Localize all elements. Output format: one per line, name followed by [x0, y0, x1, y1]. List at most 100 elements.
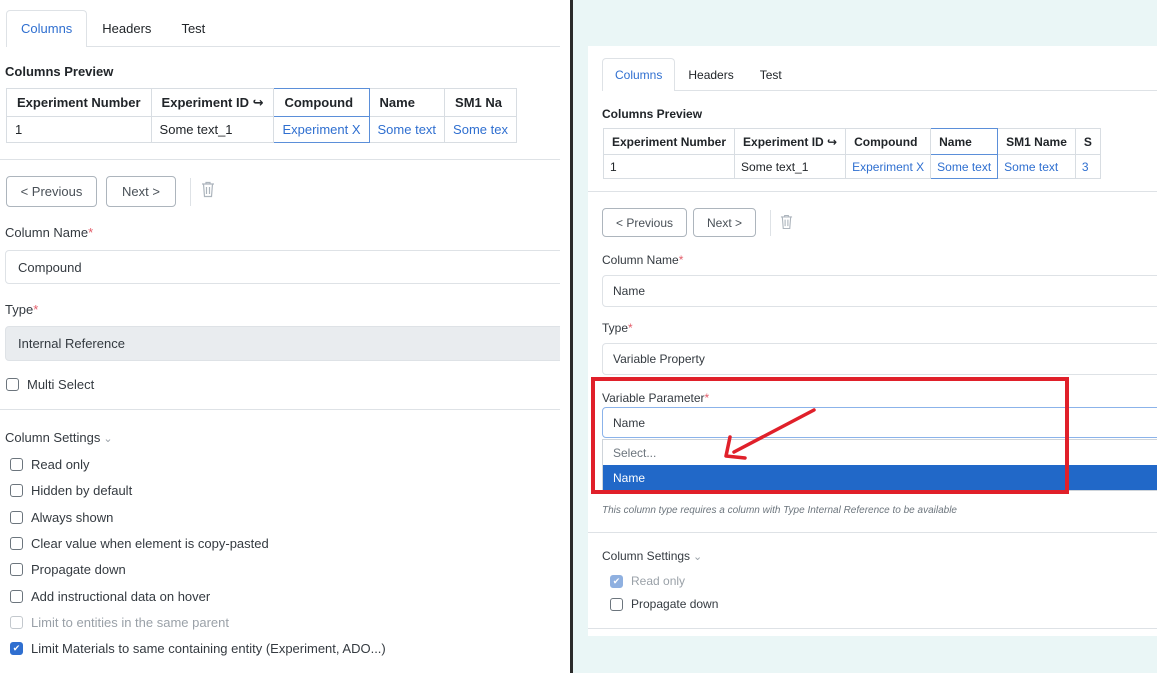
divider: [0, 159, 560, 160]
tab-bar: Columns Headers Test: [6, 10, 560, 47]
column-header[interactable]: S: [1074, 128, 1101, 155]
multi-select-checkbox[interactable]: Multi Select: [6, 377, 94, 392]
table-cell[interactable]: Experiment X: [845, 154, 932, 179]
previous-button[interactable]: < Previous: [6, 176, 97, 207]
type-select[interactable]: Internal Reference: [5, 326, 560, 361]
checkbox[interactable]: [10, 510, 23, 524]
setting-checkbox[interactable]: Always shown: [10, 510, 113, 525]
column-name-label: Column Name*: [5, 225, 94, 240]
checkbox-label: Hidden by default: [31, 483, 133, 499]
button-separator: [190, 178, 191, 206]
setting-checkbox[interactable]: Add instructional data on hover: [10, 589, 210, 604]
checkbox-label: Read only: [631, 574, 686, 588]
table-row: 1 Some text_1 Experiment X Some text Som…: [602, 154, 1101, 179]
left-panel: Columns Headers Test Columns Preview Exp…: [0, 0, 560, 673]
table-cell: 1: [6, 116, 152, 143]
table-cell-selected[interactable]: Some text: [930, 154, 999, 179]
column-header[interactable]: Experiment ID ↪: [734, 128, 847, 155]
divider: [588, 628, 1157, 629]
checkbox-label: Always shown: [31, 509, 114, 525]
column-header-selected[interactable]: Compound: [273, 88, 370, 117]
right-panel: Columns Headers Test Columns Preview Exp…: [588, 46, 1157, 636]
columns-preview-title: Columns Preview: [602, 107, 703, 121]
table-header-row: Experiment Number Experiment ID ↪ Compou…: [602, 128, 1101, 155]
checkbox-label: Multi Select: [27, 377, 95, 392]
setting-checkbox[interactable]: Read only: [10, 457, 90, 472]
table-cell[interactable]: Some text: [997, 154, 1076, 179]
checkbox-label: Add instructional data on hover: [31, 588, 211, 604]
checkbox-label: Read only: [31, 457, 90, 472]
divider: [0, 409, 560, 410]
checkbox[interactable]: [6, 378, 19, 391]
next-button[interactable]: Next >: [693, 208, 756, 237]
type-label: Type*: [5, 302, 39, 317]
checkbox[interactable]: [10, 589, 23, 603]
table-cell: Some text_1: [734, 154, 847, 179]
column-name-input[interactable]: Compound: [5, 250, 560, 284]
divider: [588, 532, 1157, 533]
chevron-down-icon: ⌄: [103, 433, 113, 445]
type-label: Type*: [602, 321, 633, 335]
columns-preview-title: Columns Preview: [5, 64, 114, 79]
tab-columns[interactable]: Columns: [6, 10, 88, 47]
tab-headers[interactable]: Headers: [87, 10, 166, 47]
columns-preview-table: Experiment Number Experiment ID ↪ Compou…: [602, 128, 1101, 179]
checkbox[interactable]: [10, 536, 23, 550]
checkbox[interactable]: [10, 484, 23, 498]
column-header[interactable]: Experiment ID ↪: [150, 88, 275, 117]
checkbox[interactable]: [10, 458, 23, 471]
table-cell-selected[interactable]: Experiment X: [273, 116, 370, 143]
column-settings-toggle[interactable]: Column Settings ⌄: [602, 549, 702, 563]
column-header[interactable]: Experiment Number: [602, 128, 736, 155]
checkbox-label: Limit to entities in the same parent: [31, 614, 229, 630]
column-header-selected[interactable]: Name: [930, 128, 999, 155]
setting-checkbox[interactable]: ✔ Read only: [610, 574, 685, 588]
setting-checkbox: Limit to entities in the same parent: [10, 615, 229, 630]
columns-preview-table: Experiment Number Experiment ID ↪ Compou…: [6, 88, 517, 143]
column-name-input[interactable]: Name: [602, 275, 1157, 307]
table-cell: 1: [602, 154, 736, 179]
checkbox-checked[interactable]: ✔: [610, 574, 623, 588]
trash-icon[interactable]: [780, 214, 793, 233]
checkbox-label: Propagate down: [31, 562, 126, 578]
checkbox[interactable]: [10, 615, 23, 629]
column-name-label: Column Name*: [602, 253, 684, 267]
tab-bar: Columns Headers Test: [602, 58, 1157, 91]
table-cell[interactable]: Some tex: [444, 116, 517, 143]
column-header[interactable]: SM1 Na: [444, 88, 517, 117]
chevron-down-icon: ⌄: [693, 551, 703, 563]
checkbox-label: Clear value when element is copy-pasted: [31, 535, 269, 551]
setting-checkbox[interactable]: Propagate down: [610, 597, 718, 611]
tab-headers[interactable]: Headers: [675, 58, 746, 91]
checkbox-label: Propagate down: [631, 597, 719, 611]
setting-checkbox[interactable]: Propagate down: [10, 562, 126, 577]
tab-test[interactable]: Test: [747, 58, 795, 91]
column-settings-toggle[interactable]: Column Settings ⌄: [5, 430, 113, 445]
previous-button[interactable]: < Previous: [602, 208, 687, 237]
checkbox-label: Limit Materials to same containing entit…: [31, 641, 386, 657]
tab-test[interactable]: Test: [166, 10, 220, 47]
column-header[interactable]: Experiment Number: [6, 88, 152, 117]
checkbox[interactable]: [10, 563, 23, 577]
table-cell[interactable]: Some text: [368, 116, 446, 143]
table-cell[interactable]: 3: [1074, 154, 1101, 179]
setting-checkbox[interactable]: Hidden by default: [10, 483, 132, 498]
column-header[interactable]: Compound: [845, 128, 932, 155]
tab-columns[interactable]: Columns: [602, 58, 676, 91]
trash-icon[interactable]: [201, 181, 215, 201]
help-text: This column type requires a column with …: [602, 505, 957, 516]
table-cell: Some text_1: [150, 116, 275, 143]
divider: [588, 191, 1157, 192]
column-header[interactable]: Name: [368, 88, 446, 117]
next-button[interactable]: Next >: [106, 176, 176, 207]
type-select[interactable]: Variable Property: [602, 343, 1157, 375]
annotation-highlight-box: [591, 377, 1069, 494]
setting-checkbox[interactable]: Clear value when element is copy-pasted: [10, 536, 269, 551]
setting-checkbox[interactable]: ✔ Limit Materials to same containing enti…: [10, 641, 386, 656]
table-row: 1 Some text_1 Experiment X Some text Som…: [6, 116, 517, 143]
table-header-row: Experiment Number Experiment ID ↪ Compou…: [6, 88, 517, 117]
button-separator: [770, 210, 771, 236]
checkbox[interactable]: [610, 597, 623, 611]
column-header[interactable]: SM1 Name: [997, 128, 1076, 155]
checkbox-checked[interactable]: ✔: [10, 642, 23, 656]
